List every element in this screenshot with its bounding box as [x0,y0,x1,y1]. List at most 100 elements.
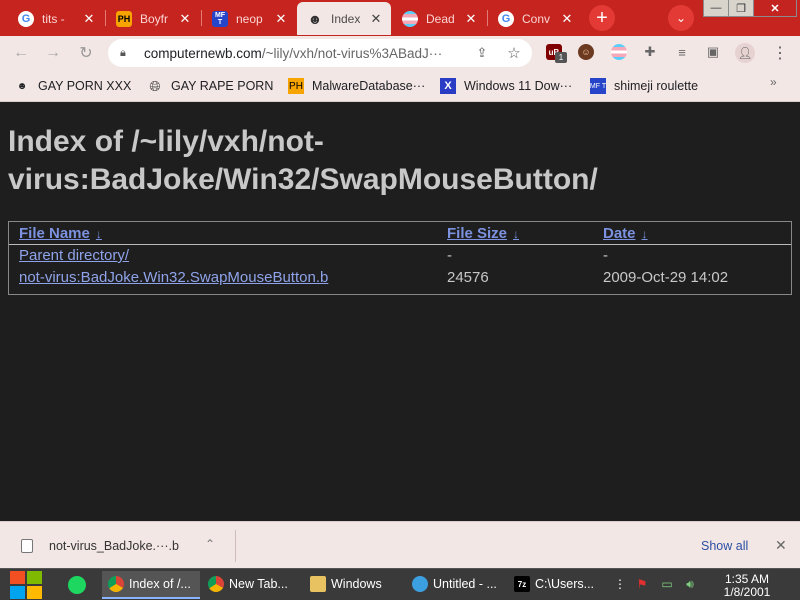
google-icon: G [18,10,34,27]
taskbar-item-7zip[interactable]: 7z C:\Users... [508,571,606,599]
tab-conv[interactable]: G Conv ✕ [488,2,582,35]
chrome-icon [108,576,124,592]
star-icon[interactable]: ☆ [506,45,522,62]
reading-list-icon[interactable]: ≡ [674,44,690,60]
file-size-cell: - [447,247,452,264]
tab-title: Dead [426,11,455,26]
close-icon[interactable]: ✕ [82,11,96,27]
table-row: not-virus:BadJoke.Win32.SwapMouseButton.… [9,267,791,289]
puzzle-icon[interactable]: ✚ [642,44,658,60]
menu-icon[interactable]: ⋮ [772,43,788,63]
sort-size-link[interactable]: File Size [447,225,507,242]
date-cell: - [603,247,608,264]
address-bar[interactable]: 🔒︎ computernewb.com/~lily/vxh/not-virus%… [108,39,532,67]
chrome-icon [208,576,224,592]
7zip-icon: 7z [514,576,530,592]
tab-strip: G tits - ✕ PH Boyfr ✕ MF T neop ✕ ☻ Inde… [0,0,800,36]
lock-icon[interactable]: 🔒︎ [120,47,134,60]
x-icon: X [440,78,456,94]
tab-title: Index [331,11,361,26]
tab-title: tits - [42,11,65,26]
paint-icon [412,576,428,592]
forward-button[interactable]: → [42,42,64,64]
tab-title: neop [236,11,263,26]
trans-flag-extension-icon[interactable] [611,44,627,60]
bookmarks-overflow-button[interactable]: » [770,75,777,89]
page-content: Index of /~lily/vxh/not-virus:BadJoke/Wi… [0,103,800,521]
side-panel-icon[interactable]: ▣ [705,44,721,60]
taskbar-item-explorer[interactable]: Windows [304,571,402,599]
sort-arrow-icon[interactable]: ↓ [642,227,648,241]
bookmark-item[interactable]: X Windows 11 Dow··· [440,77,572,95]
ph-icon: PH [116,10,132,27]
file-link[interactable]: not-virus:BadJoke.Win32.SwapMouseButton.… [19,269,328,286]
taskbar: Index of /... New Tab... Windows Untitle… [0,568,800,600]
close-icon[interactable]: ✕ [274,11,288,27]
sort-arrow-icon[interactable]: ↓ [513,227,519,241]
date-cell: 2009-Oct-29 14:02 [603,269,729,286]
bookmark-item[interactable]: MF T shimeji roulette [590,77,698,95]
spotify-icon[interactable] [68,576,86,594]
close-download-bar-button[interactable]: ✕ [775,537,787,554]
column-header-name[interactable]: File Name ↓ [9,222,437,245]
file-name-cell: Parent directory/ [9,245,437,268]
maximize-button[interactable]: ❐ [728,0,754,17]
share-icon[interactable]: ⇪ [474,45,490,61]
divider [235,530,236,562]
mt-icon: MF T [590,78,606,94]
taskbar-item-paint[interactable]: Untitled - ... [406,571,504,599]
show-all-button[interactable]: Show all [701,539,748,553]
download-bar: not-virus_BadJoke.···.b ⌃ Show all ✕ [0,521,800,568]
column-header-size[interactable]: File Size ↓ [437,222,593,245]
google-icon: G [498,10,514,27]
download-item[interactable]: not-virus_BadJoke.···.b [49,539,179,553]
tab-neop[interactable]: MF T neop ✕ [202,2,296,35]
chevron-up-icon[interactable]: ⌃ [205,537,215,551]
taskbar-item-chrome-newtab[interactable]: New Tab... [202,571,300,599]
browser-toolbar: ← → ↻ 🔒︎ computernewb.com/~lily/vxh/not-… [0,36,800,70]
new-tab-button[interactable]: + [589,5,615,31]
minimize-button[interactable]: — [703,0,729,17]
bookmark-item[interactable]: 🌐︎ GAY RAPE PORN [147,77,273,95]
back-button[interactable]: ← [10,42,32,64]
taskbar-item-chrome-index[interactable]: Index of /... [102,571,200,599]
parent-directory-link[interactable]: Parent directory/ [19,247,129,264]
close-icon[interactable]: ✕ [369,11,383,27]
clock-date: 1/8/2001 [723,585,771,599]
url-text[interactable]: computernewb.com/~lily/vxh/not-virus%3AB… [144,46,464,61]
mt-icon: MF T [212,10,228,27]
tab-google-1[interactable]: G tits - ✕ [8,2,104,35]
tab-search-button[interactable]: ⌄ [668,5,694,31]
sort-date-link[interactable]: Date [603,225,636,242]
bookmark-item[interactable]: PH MalwareDatabase··· [288,77,425,95]
network-icon[interactable]: ▭ [659,576,675,592]
avatar-extension-icon[interactable]: ☺ [578,44,594,60]
bookmark-item[interactable]: ☻ GAY PORN XXX [14,77,132,95]
action-center-flag-icon[interactable]: ⚑ [634,576,650,592]
tab-dead[interactable]: Dead ✕ [392,2,486,35]
reload-button[interactable]: ↻ [75,42,97,64]
table-row: Parent directory/ - - [9,245,791,268]
column-header-date[interactable]: Date ↓ [593,222,791,245]
folder-icon [310,576,326,592]
close-icon[interactable]: ✕ [464,11,478,27]
tab-boyfr[interactable]: PH Boyfr ✕ [106,2,200,35]
clock[interactable]: 1:35 AM 1/8/2001 [712,573,782,599]
profile-icon[interactable]: 👤︎ [735,43,755,63]
user-icon: ☻ [307,10,323,27]
close-window-button[interactable]: ✕ [753,0,797,17]
sort-arrow-icon[interactable]: ↓ [96,227,102,241]
tab-index-active[interactable]: ☻ Index ✕ [297,2,391,35]
close-icon[interactable]: ✕ [560,11,574,27]
file-icon [21,539,33,553]
start-button[interactable] [10,570,44,600]
user-icon: ☻ [16,80,28,92]
tray-overflow-icon[interactable]: ⋮ [612,576,628,592]
trans-flag-icon [402,10,418,27]
volume-icon[interactable]: 🔊︎ [682,576,698,592]
windows-logo-icon [10,571,25,584]
sort-name-link[interactable]: File Name [19,225,90,242]
close-icon[interactable]: ✕ [178,11,192,27]
tab-title: Boyfr [140,11,169,26]
page-title: Index of /~lily/vxh/not-virus:BadJoke/Wi… [8,125,598,196]
